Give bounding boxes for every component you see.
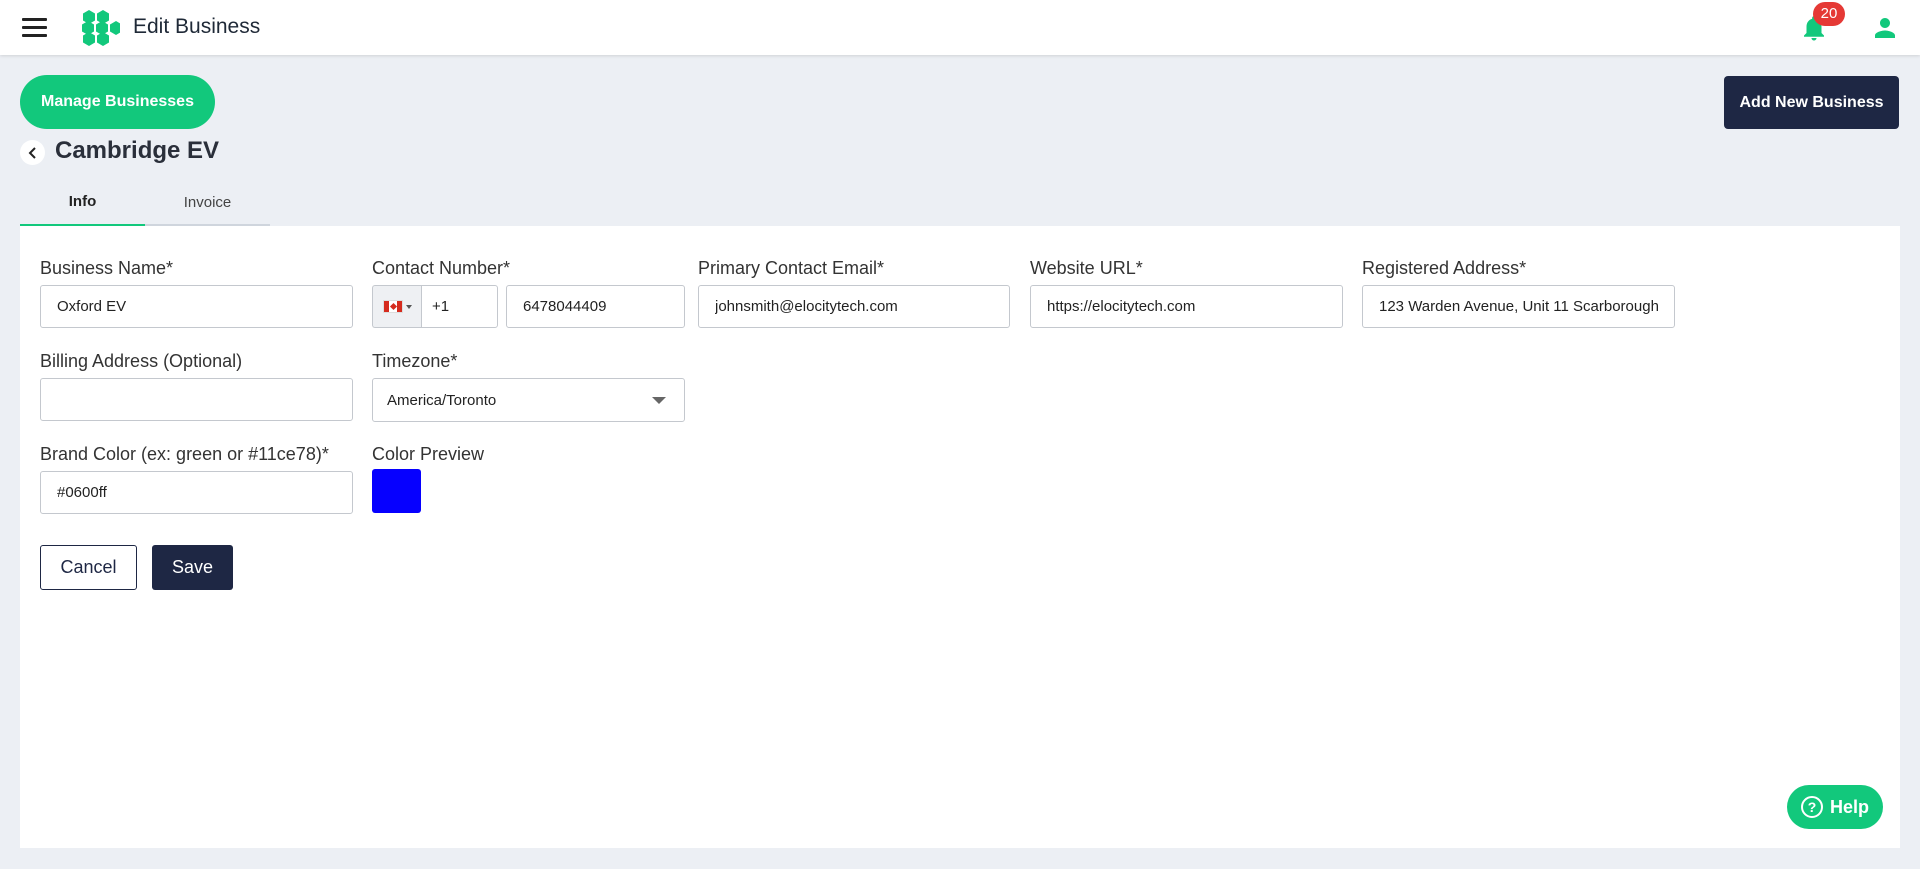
primary-email-label: Primary Contact Email* (698, 258, 885, 278)
primary-email-input[interactable] (698, 285, 1010, 328)
hexagon-logo-icon (82, 10, 120, 46)
top-bar: Edit Business 20 (0, 0, 1920, 55)
page-title: Cambridge EV (55, 137, 220, 164)
business-name-label: Business Name* (40, 258, 174, 278)
question-circle-icon: ? (1800, 796, 1823, 818)
country-code-input[interactable] (421, 285, 498, 328)
brand-color-label: Brand Color (ex: green or #11ce78)* (40, 444, 329, 464)
billing-address-label: Billing Address (Optional) (40, 351, 243, 371)
contact-number-label: Contact Number* (372, 258, 511, 278)
registered-address-label: Registered Address* (1362, 258, 1527, 278)
website-url-label: Website URL* (1030, 258, 1143, 278)
help-button[interactable]: ? Help (1787, 785, 1883, 829)
dropdown-arrow-icon (652, 397, 666, 404)
color-preview-label: Color Preview (372, 444, 485, 464)
timezone-value: America/Toronto (387, 391, 497, 409)
billing-address-input[interactable] (40, 378, 353, 421)
back-button[interactable] (20, 140, 45, 165)
contact-number-input[interactable] (506, 285, 685, 328)
cancel-button[interactable]: Cancel (40, 545, 137, 590)
website-url-input[interactable] (1030, 285, 1343, 328)
tab-invoice[interactable]: Invoice (145, 178, 270, 226)
canada-flag-icon (383, 300, 403, 313)
add-new-business-button[interactable]: Add New Business (1724, 76, 1899, 129)
timezone-select[interactable]: America/Toronto (372, 378, 685, 422)
user-icon[interactable] (1870, 13, 1900, 43)
timezone-label: Timezone* (372, 351, 458, 371)
caret-down-icon (406, 304, 412, 309)
brand-color-input[interactable] (40, 471, 353, 514)
manage-businesses-button[interactable]: Manage Businesses (20, 75, 215, 129)
chevron-left-icon (28, 146, 36, 159)
tab-bar: Info Invoice (20, 178, 270, 228)
registered-address-input[interactable] (1362, 285, 1675, 328)
save-button[interactable]: Save (152, 545, 233, 590)
color-preview-swatch (372, 469, 421, 513)
app-title: Edit Business (133, 15, 261, 38)
tab-info[interactable]: Info (20, 178, 145, 228)
notification-badge: 20 (1813, 2, 1845, 26)
hamburger-menu-icon[interactable] (22, 18, 47, 37)
business-name-input[interactable] (40, 285, 353, 328)
country-code-selector[interactable] (372, 285, 422, 328)
help-label: Help (1829, 796, 1869, 817)
